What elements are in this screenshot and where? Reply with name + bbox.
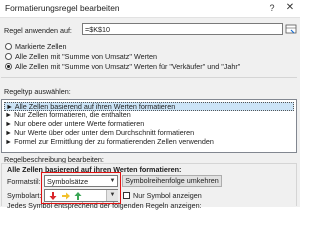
symbol-type-label: Symbolart:: [7, 191, 42, 200]
rules-text: Jedes Symbol entsprechend der folgenden …: [7, 201, 202, 210]
rule-type-list[interactable]: ► Alle Zellen basierend auf ihren Werten…: [1, 99, 297, 153]
only-symbol-checkbox[interactable]: [123, 192, 130, 199]
scope-option-label: Markierte Zellen: [15, 42, 67, 51]
only-symbol-label: Nur Symbol anzeigen: [133, 191, 202, 200]
format-style-value: Symbolsätze: [47, 177, 89, 186]
separator: [1, 77, 297, 78]
scope-option-label: Alle Zellen mit "Summe von Umsatz" Werte…: [15, 62, 241, 71]
range-picker-icon[interactable]: [285, 23, 297, 35]
scope-radio-selected-cells[interactable]: [5, 43, 12, 50]
scope-radio-seller-year[interactable]: [5, 63, 12, 70]
range-input[interactable]: =$K$10: [82, 23, 283, 35]
chevron-down-icon: ▼: [109, 178, 116, 184]
format-style-select[interactable]: Symbolsätze ▼: [44, 175, 118, 187]
yellow-arrow-right-icon: [62, 192, 70, 200]
reverse-order-button[interactable]: Symbolreihenfolge umkehren: [122, 175, 222, 187]
dialog-title: Formatierungsregel bearbeiten: [5, 3, 120, 13]
symbol-set-preview: [49, 192, 82, 200]
green-arrow-up-icon: [74, 192, 82, 200]
rule-type-heading: Regeltyp auswählen:: [4, 87, 71, 96]
close-button[interactable]: ✕: [283, 2, 297, 14]
range-input-value: =$K$10: [85, 25, 110, 34]
rule-type-item[interactable]: ► Formel zur Ermittlung der zu formatier…: [4, 137, 295, 147]
red-arrow-down-icon: [49, 192, 57, 200]
scope-radio-all-values[interactable]: [5, 53, 12, 60]
chevron-down-icon: ▼: [106, 190, 118, 201]
range-label: Regel anwenden auf:: [4, 26, 72, 35]
help-button[interactable]: ?: [266, 2, 278, 14]
scope-option-label: Alle Zellen mit "Summe von Umsatz" Werte…: [15, 52, 157, 61]
description-subheading: Alle Zellen basierend auf ihren Werten f…: [7, 165, 182, 174]
format-style-label: Formatstil:: [7, 177, 41, 186]
